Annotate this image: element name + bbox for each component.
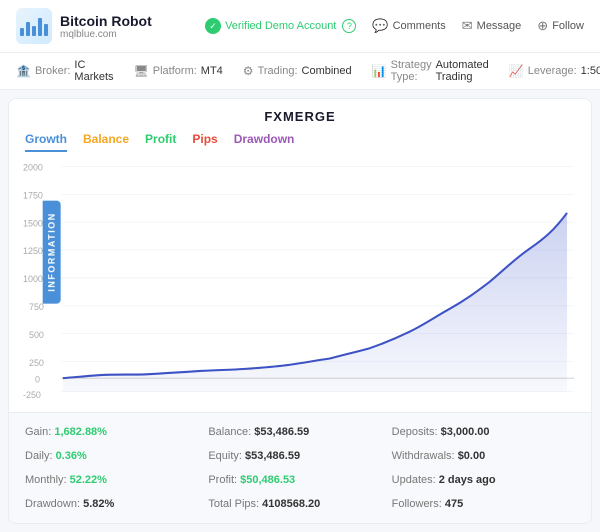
tab-profit[interactable]: Profit — [145, 132, 176, 152]
svg-text:500: 500 — [29, 330, 44, 340]
stat-value: 2 days ago — [439, 474, 496, 486]
svg-text:1500: 1500 — [23, 218, 43, 228]
broker-label: Broker: — [35, 65, 70, 77]
message-button[interactable]: ✉ Message — [462, 18, 522, 34]
app-title: Bitcoin Robot — [60, 13, 152, 29]
tab-growth[interactable]: Growth — [25, 132, 67, 152]
strategy-value: Automated Trading — [436, 59, 489, 83]
svg-text:2000: 2000 — [23, 162, 43, 172]
strategy-label: Strategy Type: — [391, 59, 432, 83]
stats-section: Gain: 1,682.88%Balance: $53,486.59Deposi… — [9, 412, 591, 523]
app-subtitle: mqlblue.com — [60, 29, 152, 40]
broker-icon: 🏦 — [16, 64, 31, 78]
verified-icon: ✓ — [205, 18, 221, 34]
trading-item: ⚙ Trading: Combined — [243, 64, 352, 78]
verified-label: Verified Demo Account — [225, 20, 336, 32]
stat-item: Daily: 0.36% — [25, 447, 208, 465]
stat-value: 4108568.20 — [262, 498, 320, 510]
chart-title: FXMERGE — [9, 99, 591, 128]
platform-value: MT4 — [201, 65, 223, 77]
chart-container: 2000 1750 1500 1250 1000 750 500 250 0 -… — [9, 152, 591, 412]
tab-pips[interactable]: Pips — [192, 132, 217, 152]
comments-button[interactable]: 💬 Comments — [372, 18, 445, 34]
stat-label: Drawdown: — [25, 498, 83, 510]
stat-item: Updates: 2 days ago — [392, 471, 575, 489]
trading-value: Combined — [302, 65, 352, 77]
stat-value: $50,486.53 — [240, 474, 295, 486]
strategy-item: 📊 Strategy Type: Automated Trading — [372, 59, 489, 83]
stat-label: Updates: — [392, 474, 439, 486]
stat-item: Deposits: $3,000.00 — [392, 423, 575, 441]
stat-item: Equity: $53,486.59 — [208, 447, 391, 465]
stat-item: Total Pips: 4108568.20 — [208, 495, 391, 513]
stat-label: Profit: — [208, 474, 240, 486]
logo-block: Bitcoin Robot mqlblue.com — [16, 8, 152, 44]
stat-value: 52.22% — [70, 474, 107, 486]
stat-value: $53,486.59 — [245, 450, 300, 462]
stat-label: Monthly: — [25, 474, 70, 486]
stat-item: Followers: 475 — [392, 495, 575, 513]
growth-chart: 2000 1750 1500 1250 1000 750 500 250 0 -… — [21, 156, 579, 404]
comments-label: Comments — [393, 20, 446, 32]
subheader: 🏦 Broker: IC Markets 🖥 Platform: MT4 ⚙ T… — [0, 53, 600, 90]
svg-text:1750: 1750 — [23, 190, 43, 200]
verified-badge: ✓ Verified Demo Account ? — [205, 18, 356, 34]
stat-label: Total Pips: — [208, 498, 262, 510]
stat-item: Gain: 1,682.88% — [25, 423, 208, 441]
svg-text:250: 250 — [29, 358, 44, 368]
stat-label: Gain: — [25, 426, 54, 438]
verified-info-icon[interactable]: ? — [342, 19, 356, 33]
stat-value: $0.00 — [458, 450, 486, 462]
stat-value: $53,486.59 — [254, 426, 309, 438]
logo-icon — [16, 8, 52, 44]
svg-text:1000: 1000 — [23, 274, 43, 284]
side-information-label: INFORMATION — [43, 200, 61, 303]
message-label: Message — [477, 20, 522, 32]
stat-item: Drawdown: 5.82% — [25, 495, 208, 513]
stat-item: Monthly: 52.22% — [25, 471, 208, 489]
stat-label: Balance: — [208, 426, 254, 438]
svg-text:-250: -250 — [23, 390, 41, 400]
leverage-icon: 📈 — [509, 64, 524, 78]
platform-icon: 🖥 — [134, 64, 149, 78]
follow-icon: ⊕ — [537, 18, 548, 34]
header-actions: ✓ Verified Demo Account ? 💬 Comments ✉ M… — [205, 18, 584, 34]
chart-tabs: Growth Balance Profit Pips Drawdown — [9, 128, 591, 152]
stat-label: Daily: — [25, 450, 56, 462]
svg-text:0: 0 — [35, 374, 40, 384]
platform-item: 🖥 Platform: MT4 — [134, 64, 223, 78]
follow-button[interactable]: ⊕ Follow — [537, 18, 584, 34]
stat-value: 1,682.88% — [54, 426, 107, 438]
trading-icon: ⚙ — [243, 64, 254, 78]
stat-value: 0.36% — [56, 450, 87, 462]
strategy-icon: 📊 — [372, 64, 387, 78]
stat-item: Profit: $50,486.53 — [208, 471, 391, 489]
message-icon: ✉ — [462, 18, 473, 34]
stat-label: Followers: — [392, 498, 445, 510]
broker-item: 🏦 Broker: IC Markets — [16, 59, 114, 83]
header: Bitcoin Robot mqlblue.com ✓ Verified Dem… — [0, 0, 600, 53]
stat-label: Equity: — [208, 450, 245, 462]
tab-balance[interactable]: Balance — [83, 132, 129, 152]
tab-drawdown[interactable]: Drawdown — [234, 132, 295, 152]
stat-value: $3,000.00 — [441, 426, 490, 438]
stat-value: 5.82% — [83, 498, 114, 510]
follow-label: Follow — [552, 20, 584, 32]
broker-value: IC Markets — [74, 59, 113, 83]
platform-label: Platform: — [153, 65, 197, 77]
stat-label: Deposits: — [392, 426, 441, 438]
stat-label: Withdrawals: — [392, 450, 458, 462]
stat-item: Balance: $53,486.59 — [208, 423, 391, 441]
leverage-label: Leverage: — [528, 65, 577, 77]
stat-value: 475 — [445, 498, 463, 510]
stat-item: Withdrawals: $0.00 — [392, 447, 575, 465]
leverage-value: 1:500 — [581, 65, 600, 77]
main-card: FXMERGE Growth Balance Profit Pips Drawd… — [8, 98, 592, 524]
comments-icon: 💬 — [372, 18, 388, 34]
svg-text:1250: 1250 — [23, 246, 43, 256]
leverage-item: 📈 Leverage: 1:500 — [509, 64, 600, 78]
trading-label: Trading: — [258, 65, 298, 77]
stats-grid: Gain: 1,682.88%Balance: $53,486.59Deposi… — [25, 423, 575, 513]
